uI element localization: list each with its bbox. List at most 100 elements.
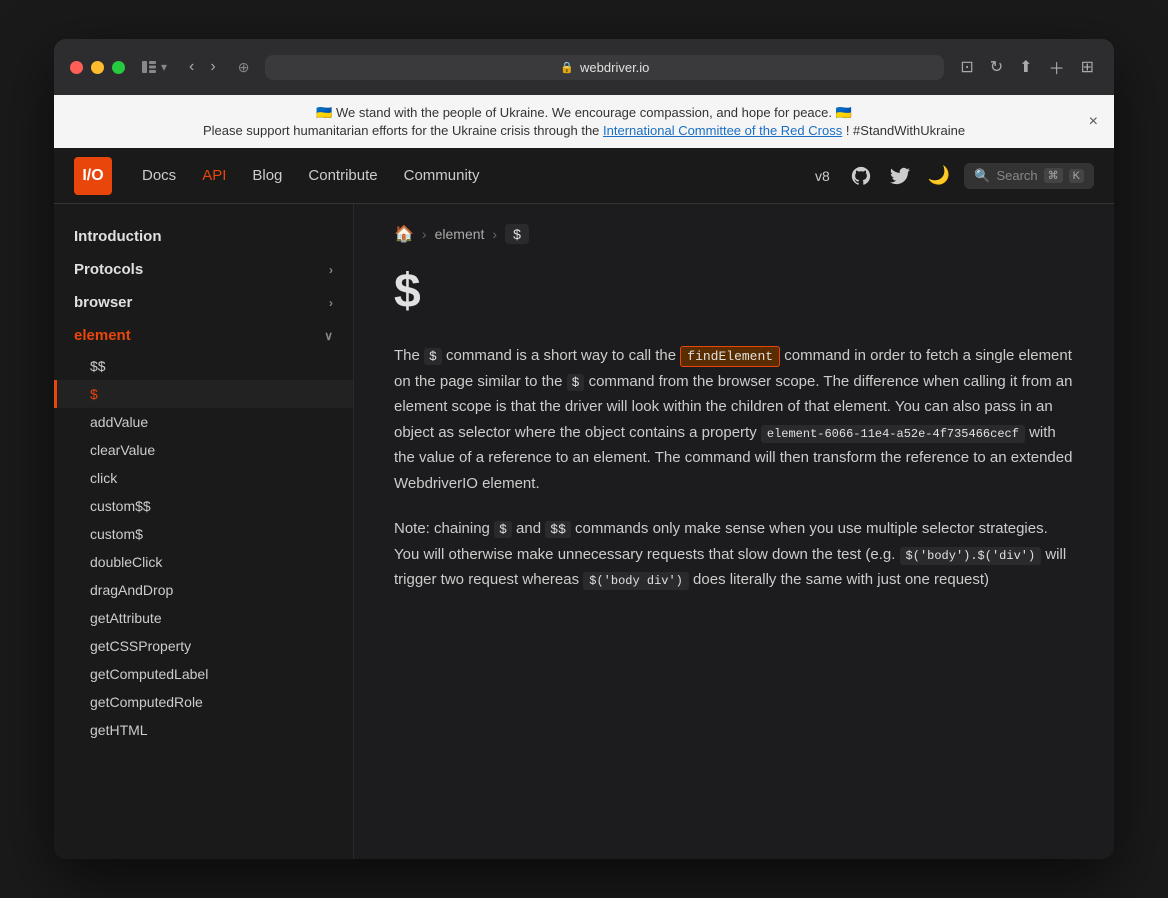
forward-button[interactable]: › <box>204 54 221 80</box>
banner-line2: Please support humanitarian efforts for … <box>94 123 1074 138</box>
sidebar-sub-label: $ <box>90 386 98 402</box>
sidebar-item-introduction[interactable]: Introduction <box>54 220 353 253</box>
site-logo[interactable]: I/O <box>74 157 112 195</box>
search-icon: 🔍 <box>974 168 990 184</box>
close-button[interactable] <box>70 61 83 74</box>
nav-link-docs[interactable]: Docs <box>132 161 186 190</box>
twitter-icon[interactable] <box>886 162 914 190</box>
breadcrumb-current: $ <box>505 224 529 244</box>
search-bar[interactable]: 🔍 Search ⌘ K <box>964 163 1094 189</box>
refresh-button[interactable]: ↻ <box>986 53 1007 81</box>
minimize-button[interactable] <box>91 61 104 74</box>
sidebar-sub-label: getHTML <box>90 722 148 738</box>
banner-close-button[interactable]: × <box>1089 113 1098 131</box>
sidebar-sub-item-addvalue[interactable]: addValue <box>54 408 353 436</box>
sidebar-sub-label: dragAndDrop <box>90 582 173 598</box>
sidebar-sub-label: doubleClick <box>90 554 162 570</box>
browser-window: ▾ ‹ › ⊕ 🔒 webdriver.io ⊡ ↻ ⬆ ＋ ⊞ 🇺🇦 We s… <box>54 39 1114 859</box>
tabs-button[interactable]: ⊞ <box>1077 53 1098 81</box>
flag-right: 🇺🇦 <box>836 105 852 120</box>
nav-link-api[interactable]: API <box>192 161 236 190</box>
address-bar[interactable]: 🔒 webdriver.io <box>265 55 944 80</box>
maximize-button[interactable] <box>112 61 125 74</box>
p2-mid1: and <box>512 520 545 537</box>
lock-icon: 🔒 <box>560 61 574 74</box>
sidebar-item-element[interactable]: element ∨ <box>54 319 353 352</box>
breadcrumb: 🏠 › element › $ <box>394 224 1074 244</box>
search-placeholder: Search <box>996 168 1037 183</box>
search-kbd2: K <box>1069 169 1084 183</box>
breadcrumb-sep1: › <box>422 226 427 242</box>
banner-line1: 🇺🇦 We stand with the people of Ukraine. … <box>94 105 1074 121</box>
p1-long-code: element-6066-11e4-a52e-4f735466cecf <box>761 425 1025 443</box>
sidebar-sub-label: custom$$ <box>90 498 151 514</box>
banner-link[interactable]: International Committee of the Red Cross <box>603 123 842 138</box>
p1-mid1: command is a short way to call the <box>442 347 680 364</box>
nav-icons: 🌙 🔍 Search ⌘ K <box>846 161 1094 191</box>
content-paragraph-1: The $ command is a short way to call the… <box>394 343 1074 496</box>
nav-link-contribute[interactable]: Contribute <box>298 161 387 190</box>
breadcrumb-home[interactable]: 🏠 <box>394 224 414 244</box>
version-badge: v8 <box>815 168 830 184</box>
sidebar-label-browser: browser <box>74 294 132 311</box>
content-area: Introduction Protocols › browser › eleme… <box>54 204 1114 859</box>
sidebar-sub-item-getattribute[interactable]: getAttribute <box>54 604 353 632</box>
sidebar: Introduction Protocols › browser › eleme… <box>54 204 354 859</box>
sidebar-toggle-button[interactable]: ▾ <box>137 55 171 79</box>
p2-pre: Note: chaining <box>394 520 494 537</box>
sidebar-item-browser[interactable]: browser › <box>54 286 353 319</box>
sidebar-sub-item-getcomputedlabel[interactable]: getComputedLabel <box>54 660 353 688</box>
p2-code1: $ <box>494 521 512 538</box>
sidebar-sub-item-clearvalue[interactable]: clearValue <box>54 436 353 464</box>
p2-end: does literally the same with just one re… <box>689 571 989 588</box>
browser-actions: ⊡ ↻ ⬆ ＋ ⊞ <box>956 51 1098 83</box>
sidebar-sub-item-dollar[interactable]: $ <box>54 380 353 408</box>
sidebar-sub-label: addValue <box>90 414 148 430</box>
sidebar-sub-label: custom$ <box>90 526 143 542</box>
sidebar-sub-label: getComputedRole <box>90 694 203 710</box>
nav-link-blog[interactable]: Blog <box>242 161 292 190</box>
breadcrumb-sep2: › <box>492 226 497 242</box>
p1-code1: $ <box>424 348 442 365</box>
translate-button[interactable]: ⊡ <box>956 53 977 81</box>
p1-pre: The <box>394 347 424 364</box>
sidebar-sub-item-draganddrop[interactable]: dragAndDrop <box>54 576 353 604</box>
sidebar-sub-label: getCSSProperty <box>90 638 191 654</box>
sidebar-sub-item-customdollar[interactable]: custom$$ <box>54 492 353 520</box>
nav-link-community[interactable]: Community <box>394 161 490 190</box>
chevron-right-icon: › <box>329 296 333 310</box>
p2-code3: $('body').$('div') <box>900 547 1042 565</box>
chevron-down-icon: ∨ <box>324 329 333 343</box>
banner-suffix: ! #StandWithUkraine <box>846 123 965 138</box>
breadcrumb-element[interactable]: element <box>435 226 485 242</box>
sidebar-sub-item-doubleclick[interactable]: doubleClick <box>54 548 353 576</box>
sidebar-label-protocols: Protocols <box>74 261 143 278</box>
chevron-right-icon: › <box>329 263 333 277</box>
sidebar-sub-label: $$ <box>90 358 106 374</box>
p1-code2: $ <box>567 374 585 391</box>
sidebar-label-element: element <box>74 327 131 344</box>
github-icon[interactable] <box>846 161 876 191</box>
sidebar-sub-item-custom[interactable]: custom$ <box>54 520 353 548</box>
content-paragraph-2: Note: chaining $ and $$ commands only ma… <box>394 516 1074 593</box>
sidebar-sub-item-getcssp[interactable]: getCSSProperty <box>54 632 353 660</box>
sidebar-sub-item-getcomputedrole[interactable]: getComputedRole <box>54 688 353 716</box>
share-button[interactable]: ⬆ <box>1015 53 1036 81</box>
sidebar-sub-item-click[interactable]: click <box>54 464 353 492</box>
sidebar-sub-label: getComputedLabel <box>90 666 208 682</box>
p2-code4: $('body div') <box>583 572 689 590</box>
dark-mode-icon[interactable]: 🌙 <box>924 161 954 190</box>
new-tab-button[interactable]: ＋ <box>1045 51 1069 83</box>
sidebar-label-introduction: Introduction <box>74 228 161 245</box>
sidebar-sub-item-dollar-dollar[interactable]: $$ <box>54 352 353 380</box>
shield-icon: ⊕ <box>234 59 254 76</box>
sidebar-sub-label: click <box>90 470 117 486</box>
back-button[interactable]: ‹ <box>183 54 200 80</box>
sidebar-sub-item-gethtml[interactable]: getHTML <box>54 716 353 744</box>
nav-arrows: ‹ › <box>183 54 222 80</box>
sidebar-item-protocols[interactable]: Protocols › <box>54 253 353 286</box>
sidebar-sub-label: getAttribute <box>90 610 162 626</box>
main-content: 🏠 › element › $ $ The $ command is a sho… <box>354 204 1114 859</box>
sidebar-sub-label: clearValue <box>90 442 155 458</box>
window-controls <box>70 61 125 74</box>
